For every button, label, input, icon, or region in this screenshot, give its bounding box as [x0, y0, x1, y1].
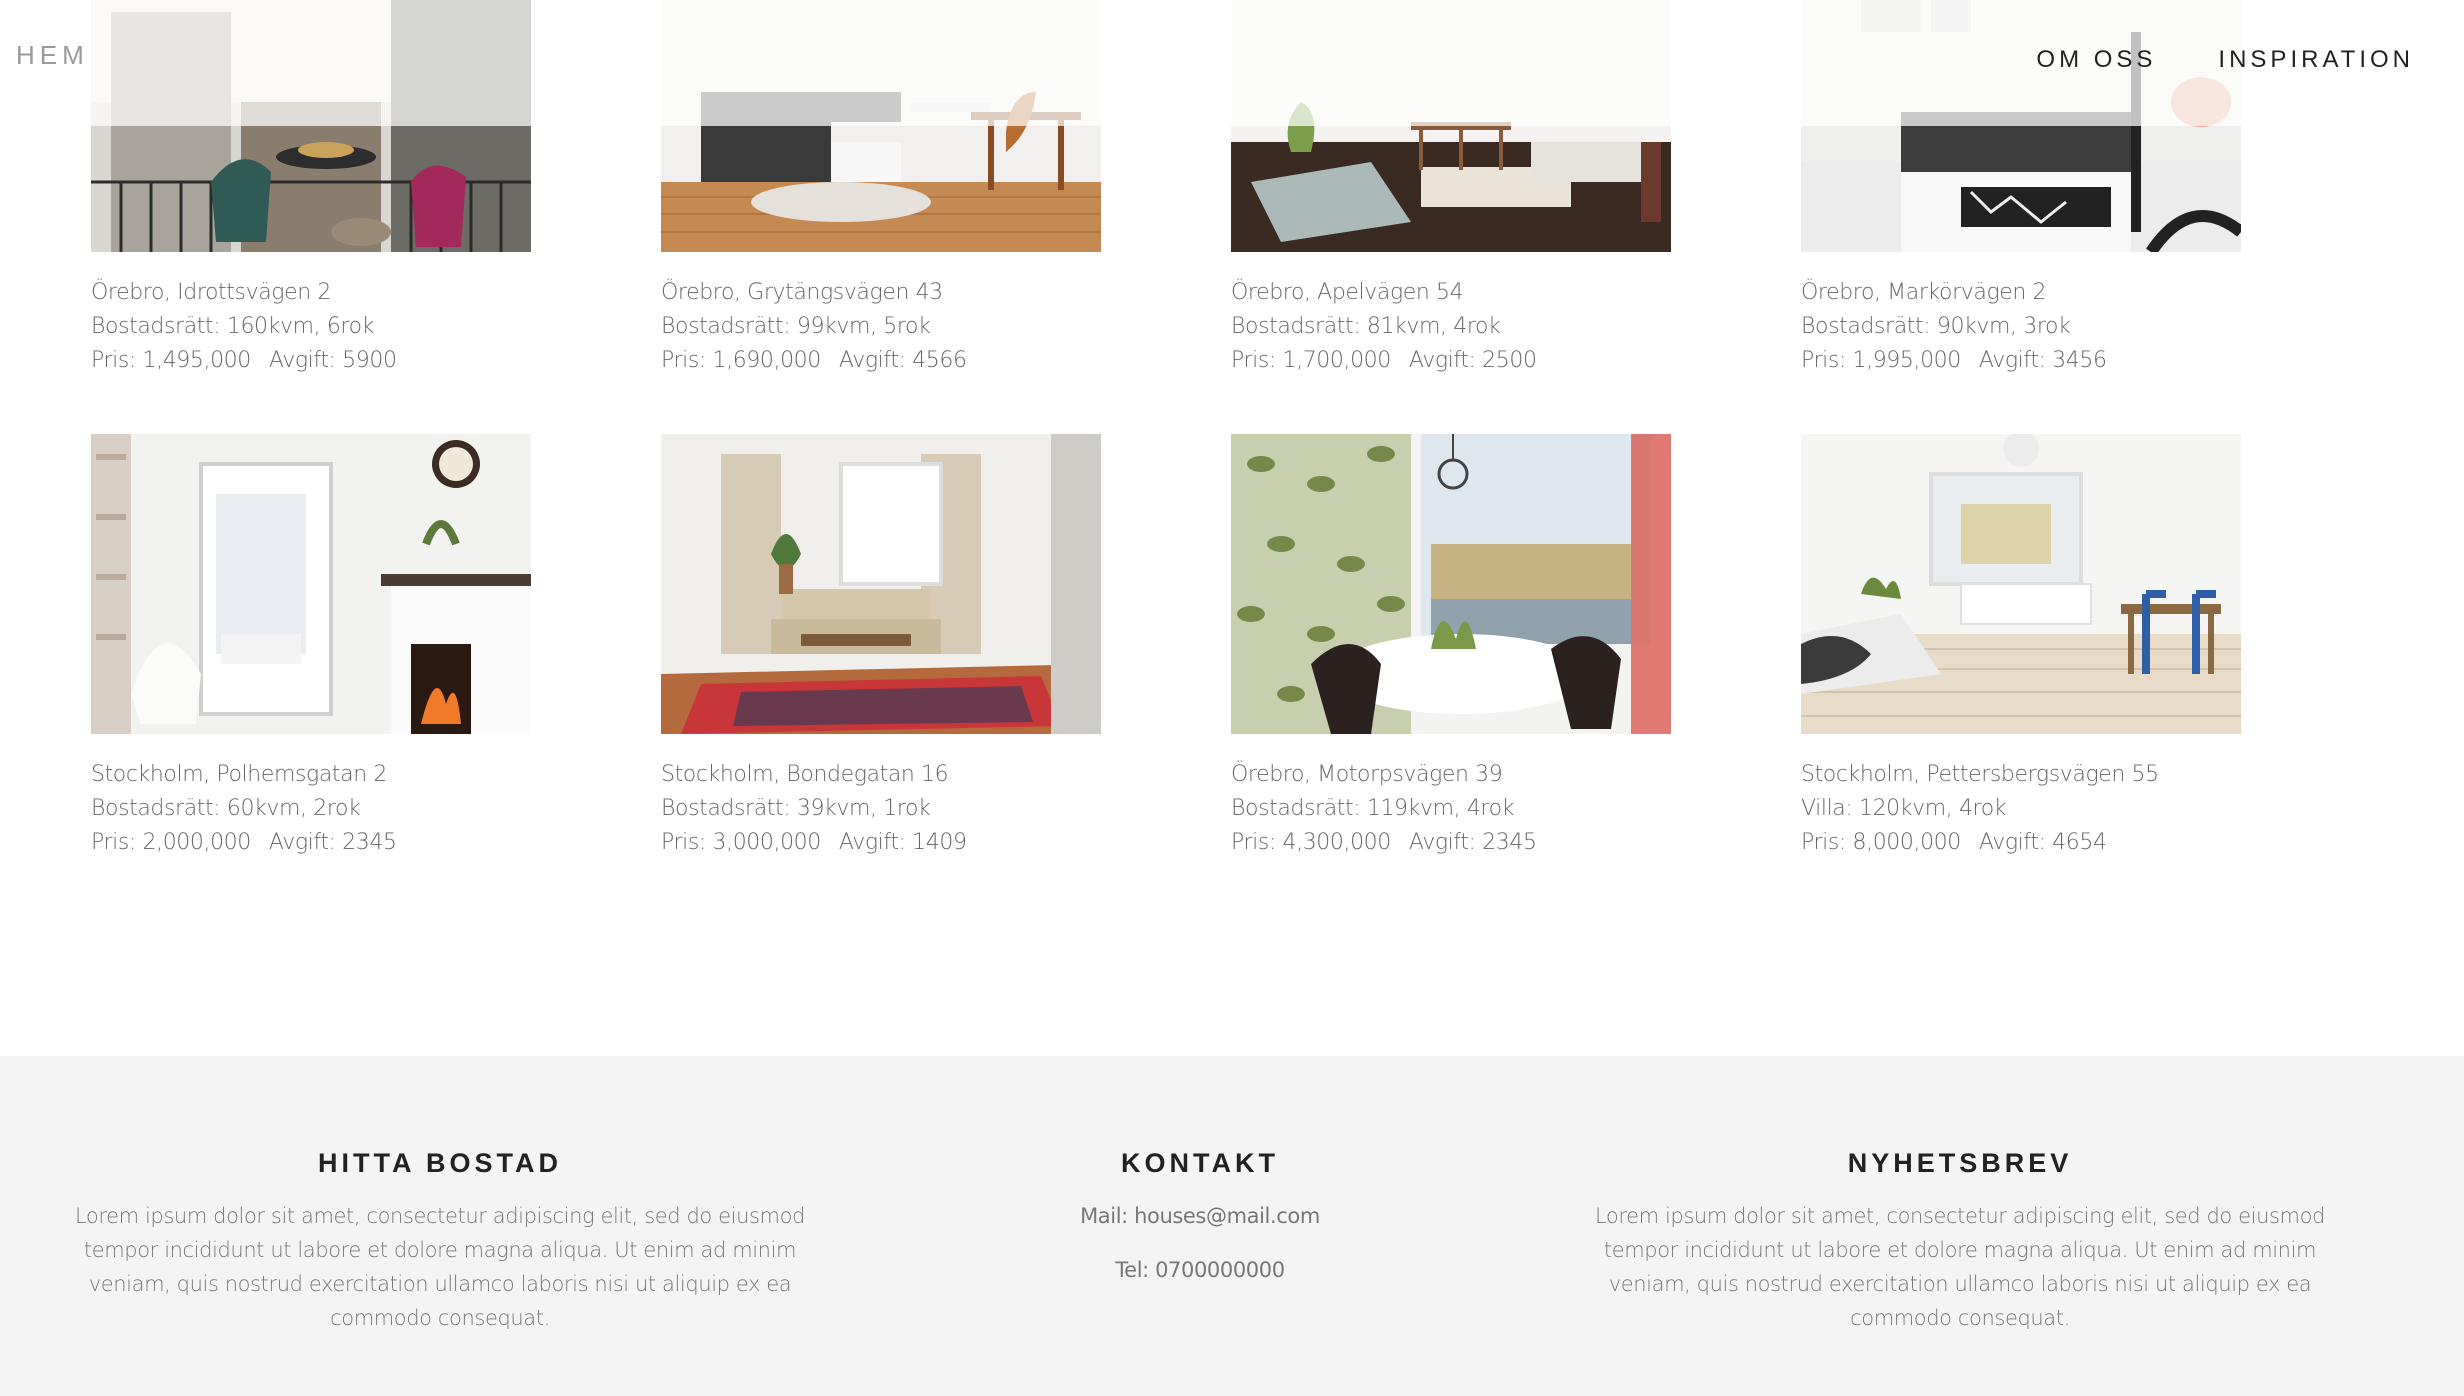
- listing-card[interactable]: Stockholm, Polhemsgatan 2 Bostadsrätt: 6…: [91, 434, 531, 860]
- footer-text-line: commodo consequat.: [1850, 1306, 2070, 1330]
- listing-price: Pris: 8,000,000: [1801, 830, 1961, 855]
- listing-location: Stockholm, Pettersbergsvägen 55: [1801, 762, 2159, 787]
- listing-fee: Avgift: 3456: [1978, 348, 2107, 373]
- listing-details: Bostadsrätt: 90kvm, 3rok: [1801, 314, 2071, 339]
- listing-photo[interactable]: [661, 434, 1101, 734]
- footer-text-line: veniam, quis nostrud exercitation ullamc…: [1608, 1272, 2312, 1296]
- listing-location: Stockholm, Polhemsgatan 2: [91, 762, 387, 787]
- listing-fee: Avgift: 4566: [838, 348, 967, 373]
- listing-price: Pris: 1,690,000: [661, 348, 821, 373]
- listing-photo[interactable]: [91, 434, 531, 734]
- listing-fee: Avgift: 2345: [1408, 830, 1537, 855]
- footer-title-newsletter: NYHETSBREV: [1847, 1148, 2073, 1178]
- footer-title-find: HITTA BOSTAD: [318, 1148, 562, 1178]
- listing-location: Stockholm, Bondegatan 16: [661, 762, 949, 787]
- listing-photo[interactable]: [1231, 434, 1671, 734]
- listing-details: Bostadsrätt: 39kvm, 1rok: [661, 796, 931, 821]
- listing-card[interactable]: Örebro, Motorpsvägen 39 Bostadsrätt: 119…: [1231, 434, 1671, 860]
- nav-link-om-oss[interactable]: OM OSS: [2036, 46, 2156, 74]
- footer-title-contact: KONTAKT: [1121, 1148, 1279, 1178]
- footer-text-line: veniam, quis nostrud exercitation ullamc…: [88, 1272, 792, 1296]
- footer-text-line: commodo consequat.: [330, 1306, 550, 1330]
- listing-location: Örebro, Apelvägen 54: [1231, 280, 1464, 305]
- listing-fee: Avgift: 5900: [268, 348, 397, 373]
- listing-fee: Avgift: 1409: [838, 830, 967, 855]
- listing-details: Bostadsrätt: 60kvm, 2rok: [91, 796, 361, 821]
- listing-fee: Avgift: 2345: [268, 830, 397, 855]
- listing-location: Örebro, Motorpsvägen 39: [1231, 762, 1503, 787]
- home-link[interactable]: HEM: [16, 40, 89, 71]
- listing-location: Örebro, Idrottsvägen 2: [91, 280, 331, 305]
- footer-text-line: Lorem ipsum dolor sit amet, consectetur …: [75, 1204, 805, 1228]
- listing-price: Pris: 4,300,000: [1231, 830, 1391, 855]
- listing-details: Villa: 120kvm, 4rok: [1801, 796, 2007, 821]
- footer-contact: KONTAKT Mail: houses@mail.com Tel: 07000…: [900, 1148, 1500, 1307]
- contact-mail[interactable]: Mail: houses@mail.com: [900, 1199, 1500, 1233]
- footer-text-line: tempor incididunt ut labore et dolore ma…: [1603, 1238, 2317, 1262]
- listing-card[interactable]: Stockholm, Pettersbergsvägen 55 Villa: 1…: [1801, 434, 2241, 860]
- listing-fee: Avgift: 2500: [1408, 348, 1537, 373]
- footer-newsletter: NYHETSBREV Lorem ipsum dolor sit amet, c…: [1580, 1148, 2340, 1335]
- listing-price: Pris: 3,000,000: [661, 830, 821, 855]
- listing-location: Örebro, Grytängsvägen 43: [661, 280, 943, 305]
- listing-price: Pris: 1,700,000: [1231, 348, 1391, 373]
- nav-links: OM OSS INSPIRATION: [2036, 46, 2414, 74]
- footer-text-line: Lorem ipsum dolor sit amet, consectetur …: [1595, 1204, 2325, 1228]
- listing-details: Bostadsrätt: 81kvm, 4rok: [1231, 314, 1501, 339]
- listing-price: Pris: 2,000,000: [91, 830, 251, 855]
- contact-phone[interactable]: Tel: 0700000000: [900, 1253, 1500, 1287]
- listing-fee: Avgift: 4654: [1978, 830, 2107, 855]
- listing-card[interactable]: Stockholm, Bondegatan 16 Bostadsrätt: 39…: [661, 434, 1101, 860]
- listing-price: Pris: 1,995,000: [1801, 348, 1961, 373]
- footer: HITTA BOSTAD Lorem ipsum dolor sit amet,…: [0, 1056, 2464, 1396]
- footer-newsletter-text: Lorem ipsum dolor sit amet, consectetur …: [1580, 1199, 2340, 1335]
- nav-link-inspiration[interactable]: INSPIRATION: [2218, 46, 2414, 74]
- listing-photo[interactable]: [1801, 434, 2241, 734]
- footer-find-text: Lorem ipsum dolor sit amet, consectetur …: [60, 1199, 820, 1335]
- listing-details: Bostadsrätt: 99kvm, 5rok: [661, 314, 931, 339]
- top-navigation: HEM OM OSS INSPIRATION: [0, 0, 2464, 126]
- listing-details: Bostadsrätt: 119kvm, 4rok: [1231, 796, 1514, 821]
- footer-text-line: tempor incididunt ut labore et dolore ma…: [83, 1238, 797, 1262]
- listing-location: Örebro, Markörvägen 2: [1801, 280, 2047, 305]
- listings-grid: Örebro, Idrottsvägen 2 Bostadsrätt: 160k…: [0, 0, 2464, 1056]
- footer-find-home: HITTA BOSTAD Lorem ipsum dolor sit amet,…: [60, 1148, 820, 1335]
- listing-details: Bostadsrätt: 160kvm, 6rok: [91, 314, 374, 339]
- listing-price: Pris: 1,495,000: [91, 348, 251, 373]
